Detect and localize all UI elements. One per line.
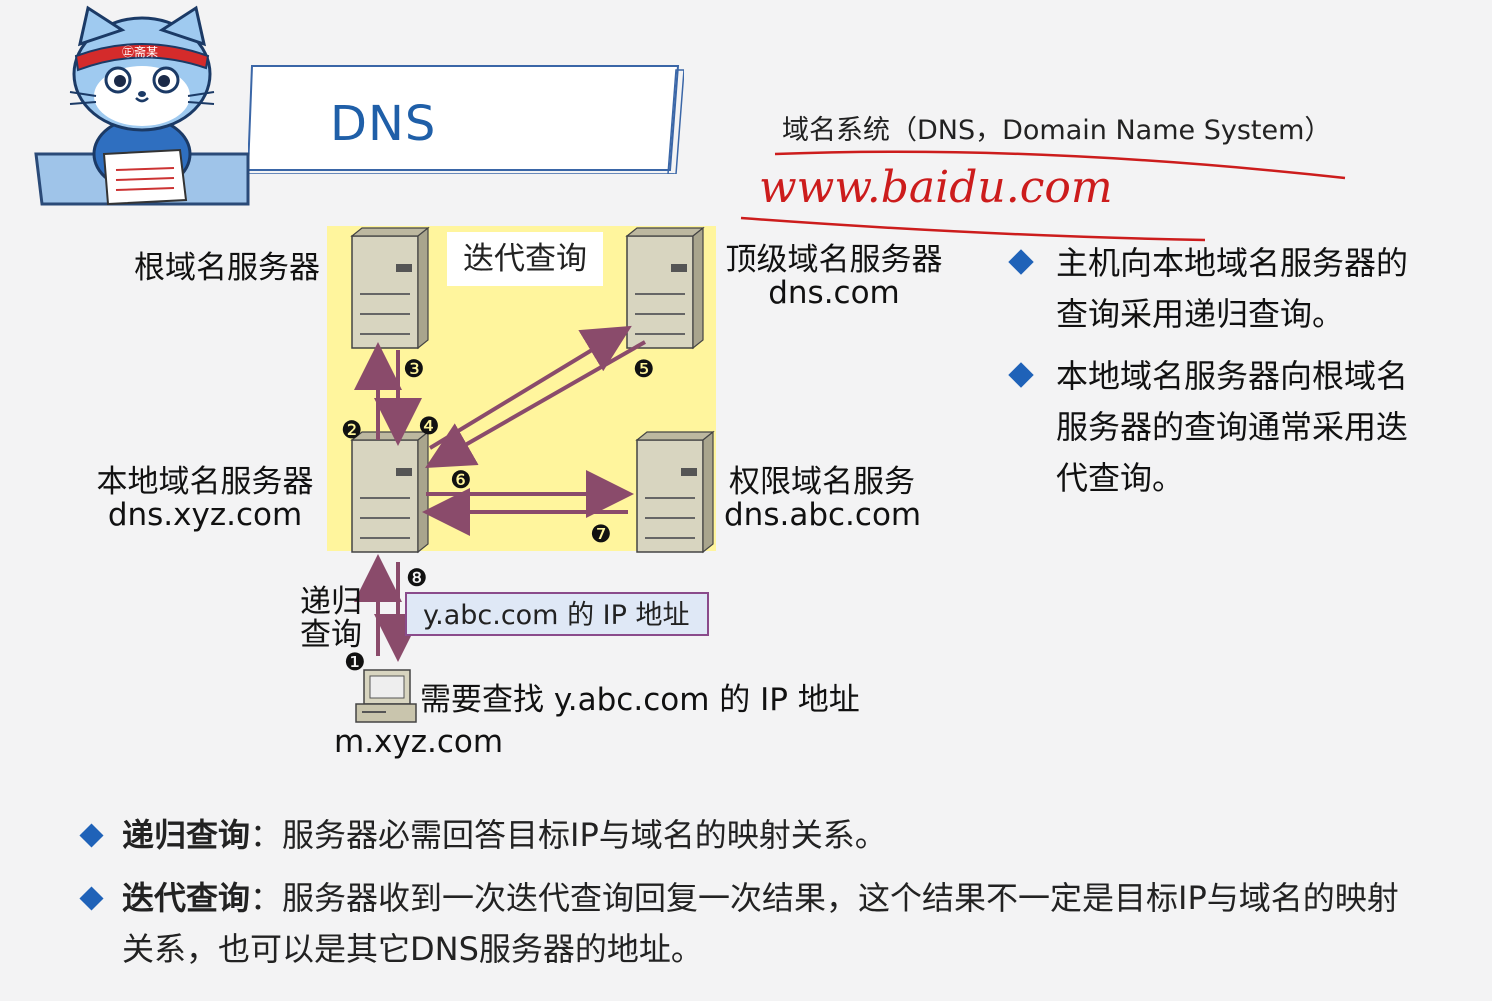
step-2: ❷ [341,416,363,444]
iterative-query-label: 迭代查询 [447,232,603,286]
step-5: ❺ [633,355,655,383]
bullet-recursive-host: 主机向本地域名服务器的 查询采用递归查询。 [1008,238,1432,340]
bullet-recursive-definition: 递归查询：服务器必需回答目标IP与域名的映射关系。 [79,810,1440,861]
local-server-icon [351,431,429,553]
step-8: ❽ [406,564,428,592]
step-6: ❻ [450,466,472,494]
host-computer-icon [355,669,417,723]
step-3: ❸ [403,355,425,383]
auth-server-label: 权限域名服务 dns.abc.com [724,464,922,533]
host-query-text: 需要查找 y.abc.com 的 IP 地址 [420,682,860,718]
root-server-label: 根域名服务器 [134,250,320,286]
local-server-label: 本地域名服务器 dns.xyz.com [96,464,314,533]
answer-box: y.abc.com 的 IP 地址 [405,592,709,636]
recursive-query-label: 递归 查询 [300,584,362,653]
tld-server-label: 顶级域名服务器 dns.com [725,242,943,311]
step-7: ❼ [590,520,612,548]
bullet-iterative-local: 本地域名服务器向根域名 服务器的查询通常采用迭 代查询。 [1008,351,1432,504]
auth-server-icon [636,431,714,553]
step-4: ❹ [418,412,440,440]
root-server-icon [351,227,429,349]
bullet-iterative-definition: 迭代查询：服务器收到一次迭代查询回复一次结果，这个结果不一定是目标IP与域名的映… [79,873,1440,975]
host-domain: m.xyz.com [334,724,504,760]
tld-server-icon [626,227,704,349]
